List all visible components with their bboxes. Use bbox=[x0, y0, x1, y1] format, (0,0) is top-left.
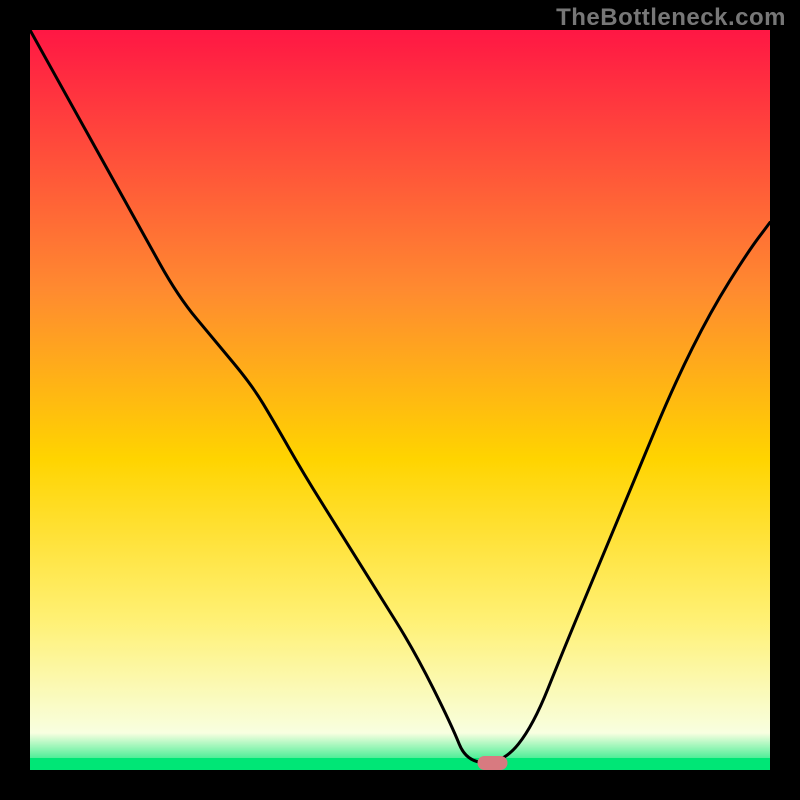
bottleneck-chart bbox=[0, 0, 800, 800]
chart-container: { "watermark": "TheBottleneck.com", "cha… bbox=[0, 0, 800, 800]
green-strip bbox=[30, 758, 770, 770]
plot-background bbox=[30, 30, 770, 770]
optimal-marker bbox=[478, 756, 508, 770]
watermark-text: TheBottleneck.com bbox=[556, 4, 786, 32]
